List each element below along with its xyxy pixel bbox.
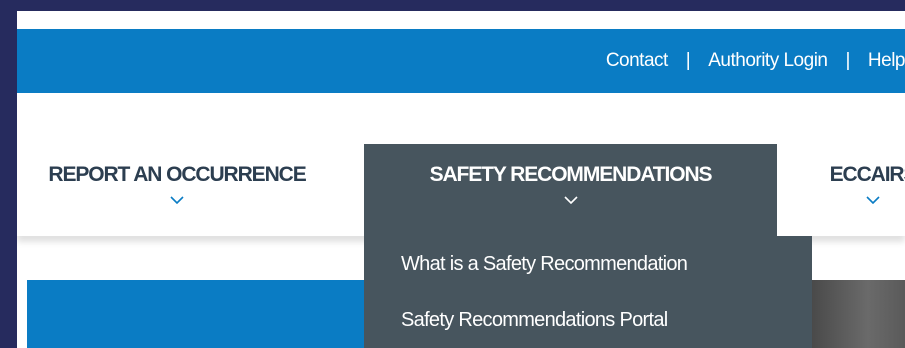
utility-links: Contact | Authority Login | Help bbox=[606, 29, 905, 93]
nav-item-eccairs[interactable]: ECCAIRS bbox=[783, 144, 905, 236]
menu-item-what-is-a-safety-recommendation[interactable]: What is a Safety Recommendation bbox=[364, 236, 812, 292]
separator: | bbox=[845, 50, 850, 71]
chevron-down-icon bbox=[563, 196, 578, 204]
hero-image bbox=[812, 280, 905, 348]
main-navigation: REPORT AN OCCURRENCE SAFETY RECOMMENDATI… bbox=[17, 144, 905, 236]
contact-link[interactable]: Contact bbox=[606, 50, 668, 72]
chevron-down-icon bbox=[170, 196, 184, 204]
utility-bar: Contact | Authority Login | Help bbox=[17, 29, 905, 93]
nav-item-label: REPORT AN OCCURRENCE bbox=[48, 163, 306, 186]
separator: | bbox=[685, 50, 691, 71]
browser-viewport: Contact | Authority Login | Help REPORT … bbox=[17, 11, 905, 348]
nav-item-label: ECCAIRS bbox=[829, 163, 905, 186]
nav-item-label: SAFETY RECOMMENDATIONS bbox=[429, 163, 713, 186]
menu-item-safety-recommendations-portal[interactable]: Safety Recommendations Portal bbox=[364, 292, 812, 348]
authority-login-link[interactable]: Authority Login bbox=[708, 50, 828, 72]
help-link[interactable]: Help bbox=[868, 50, 905, 72]
hero-banner bbox=[27, 280, 364, 348]
safety-recommendations-dropdown: What is a Safety Recommendation Safety R… bbox=[364, 236, 812, 348]
nav-item-safety-recommendations[interactable]: SAFETY RECOMMENDATIONS bbox=[364, 144, 777, 236]
chevron-down-icon bbox=[866, 196, 880, 204]
nav-item-report-an-occurrence[interactable]: REPORT AN OCCURRENCE bbox=[17, 144, 347, 236]
